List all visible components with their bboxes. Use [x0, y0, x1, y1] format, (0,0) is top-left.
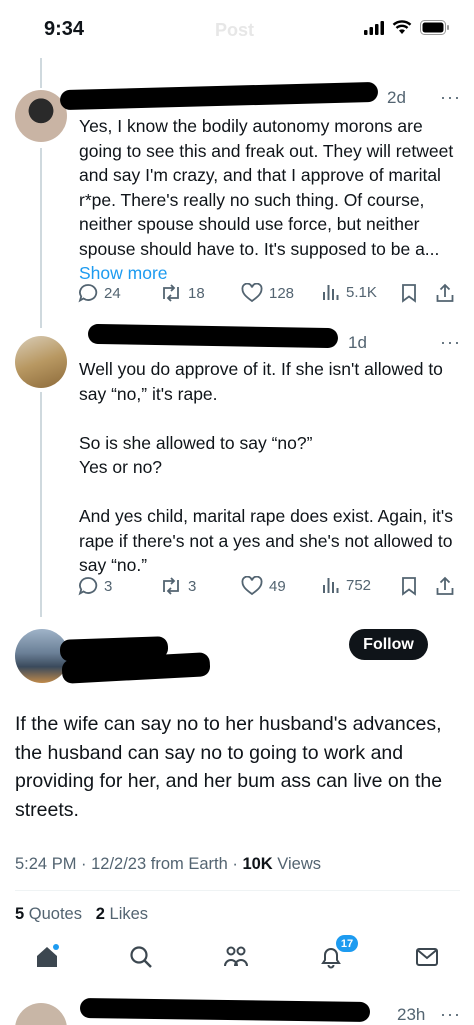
likes-link[interactable]: 2 Likes: [96, 905, 148, 923]
communities-icon: [224, 946, 248, 967]
more-icon[interactable]: ···: [440, 87, 461, 108]
share-button[interactable]: [436, 283, 454, 303]
repost-count: 18: [188, 284, 205, 302]
reply-text: Well you do approve of it. If she isn't …: [79, 359, 453, 575]
like-icon: [241, 283, 263, 303]
post-time: 1d: [348, 333, 367, 352]
divider: [15, 890, 460, 891]
redacted-username: [87, 323, 339, 349]
like-icon: [241, 576, 263, 596]
quotes-label: Quotes: [24, 905, 82, 923]
views-count: 5.1K: [346, 283, 377, 301]
battery-icon: [420, 20, 449, 35]
reply-icon: [78, 284, 98, 303]
follow-button[interactable]: Follow: [349, 629, 428, 660]
repost-button[interactable]: 18: [160, 283, 205, 303]
avatar[interactable]: [15, 336, 67, 388]
signal-icon: [364, 20, 384, 35]
more-icon[interactable]: ···: [440, 332, 461, 353]
thread-line: [40, 148, 42, 328]
like-count: 49: [269, 577, 286, 595]
bookmark-icon: [402, 577, 416, 596]
status-bar: 9:34 Post: [0, 0, 474, 58]
redacted-username: [59, 81, 379, 111]
thread-line: [40, 58, 42, 88]
tab-search[interactable]: [128, 944, 154, 975]
reply-text: Yes, I know the bodily autonomy morons a…: [79, 114, 454, 286]
quotes-link[interactable]: 5 Quotes: [15, 905, 82, 923]
main-post-text: If the wife can say no to her husband's …: [15, 713, 443, 821]
tab-communities[interactable]: [222, 944, 250, 975]
wifi-icon: [392, 20, 412, 34]
avatar[interactable]: [15, 1003, 67, 1025]
views-button[interactable]: 5.1K: [322, 283, 377, 301]
post-time: 2d: [387, 88, 406, 107]
reply-count: 24: [104, 284, 121, 302]
post-date: 5:24 PM · 12/2/23 from Earth ·: [15, 855, 243, 873]
views-count: 10K: [242, 855, 273, 873]
share-button[interactable]: [436, 576, 454, 596]
repost-button[interactable]: 3: [160, 576, 196, 596]
likes-count: 2: [95, 905, 105, 923]
post-time: 23h: [397, 1005, 426, 1024]
views-button[interactable]: 752: [322, 576, 371, 594]
like-button[interactable]: 49: [241, 576, 286, 596]
thread-line: [40, 392, 42, 617]
more-icon[interactable]: ···: [440, 1004, 461, 1025]
header-title-ghost: Post: [215, 20, 255, 40]
share-icon: [436, 576, 454, 595]
bookmark-icon: [402, 284, 416, 303]
status-time: 9:34: [44, 18, 85, 40]
tab-bar: [0, 930, 474, 990]
views-icon: [323, 578, 339, 593]
reply-icon: [78, 577, 98, 596]
tab-messages[interactable]: [414, 944, 440, 975]
post-stats: 5 Quotes 2 Likes: [15, 905, 148, 924]
action-bar: 3 3 49 752: [78, 576, 458, 600]
show-more-link[interactable]: Show more: [79, 263, 168, 283]
views-label: Views: [272, 855, 322, 873]
search-icon: [130, 946, 152, 968]
repost-icon: [163, 577, 179, 595]
reply-button[interactable]: 24: [78, 283, 121, 303]
repost-count: 3: [188, 577, 197, 595]
tab-home[interactable]: [34, 944, 60, 975]
home-icon: [37, 944, 59, 967]
like-count: 128: [269, 284, 295, 302]
like-button[interactable]: 128: [241, 283, 294, 303]
redacted-username: [79, 997, 371, 1023]
views-count: 752: [346, 576, 372, 594]
notification-badge: 17: [336, 935, 358, 952]
action-bar: 24 18 128 5.1K: [78, 283, 458, 307]
messages-icon: [416, 948, 438, 966]
reply-count: 3: [104, 577, 113, 595]
status-icons: [364, 20, 450, 35]
post-timestamp: 5:24 PM · 12/2/23 from Earth · 10K Views: [15, 855, 321, 874]
quotes-count: 5: [15, 905, 25, 923]
likes-label: Likes: [104, 905, 149, 923]
reply-body: Yes, I know the bodily autonomy morons a…: [79, 116, 454, 259]
views-icon: [323, 285, 339, 300]
repost-icon: [163, 284, 179, 302]
bookmark-button[interactable]: [401, 576, 417, 596]
share-icon: [436, 283, 454, 302]
bookmark-button[interactable]: [401, 283, 417, 303]
reply-button[interactable]: 3: [78, 576, 112, 596]
